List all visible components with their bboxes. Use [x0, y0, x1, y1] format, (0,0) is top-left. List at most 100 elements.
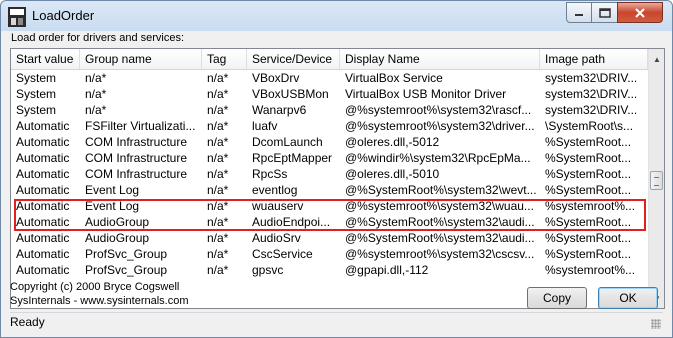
cell-start-value: Automatic: [16, 215, 70, 229]
cell-start-value: System: [16, 103, 57, 117]
cell-group-name: Event Log: [85, 199, 140, 213]
cell-tag: n/a*: [207, 167, 229, 181]
cell-group-name: ProfSvc_Group: [85, 263, 168, 277]
table-row[interactable]: Automatic ProfSvc_Group n/a* gpsvc @gpapi.dl…: [11, 262, 648, 278]
cell-start-value: Automatic: [16, 119, 70, 133]
cell-tag: n/a*: [207, 183, 229, 197]
cell-service: VBoxUSBMon: [252, 87, 329, 101]
copy-button[interactable]: Copy: [527, 287, 587, 309]
cell-group-name: FSFilter Virtualizati...: [85, 119, 196, 133]
cell-image-path: %SystemRoot...: [545, 247, 632, 261]
cell-image-path: %SystemRoot...: [545, 183, 632, 197]
cell-display-name: @%systemroot%\system32\rascf...: [345, 103, 532, 117]
cell-tag: n/a*: [207, 103, 229, 117]
cell-group-name: COM Infrastructure: [85, 167, 188, 181]
cell-display-name: @oleres.dll,-5012: [345, 135, 440, 149]
close-button[interactable]: [617, 2, 663, 23]
cell-service: CscService: [252, 247, 313, 261]
column-header-group-name[interactable]: Group name: [80, 49, 202, 69]
cell-start-value: Automatic: [16, 247, 70, 261]
cell-image-path: system32\DRIV...: [545, 71, 638, 85]
status-text: Ready: [10, 315, 45, 329]
scroll-up-icon[interactable]: ▲: [649, 51, 664, 67]
load-order-list[interactable]: Start value Group name Tag Service/Devic…: [10, 48, 665, 309]
scroll-thumb[interactable]: [650, 171, 663, 190]
cell-display-name: VirtualBox Service: [345, 71, 443, 85]
list-body: System n/a* n/a* VBoxDrv VirtualBox Service s…: [11, 70, 648, 278]
table-row[interactable]: Automatic COM Infrastructure n/a* RpcSs @ole…: [11, 166, 648, 182]
ok-button[interactable]: OK: [598, 287, 658, 309]
cell-display-name: @%systemroot%\system32\driver...: [345, 119, 535, 133]
table-row[interactable]: Automatic AudioGroup n/a* AudioEndpoi... @%S…: [11, 214, 648, 230]
column-header-tag[interactable]: Tag: [202, 49, 247, 69]
cell-tag: n/a*: [207, 87, 229, 101]
cell-display-name: @%windir%\system32\RpcEpMa...: [345, 151, 531, 165]
maximize-button[interactable]: [591, 2, 618, 23]
column-header-service-device[interactable]: Service/Device: [247, 49, 340, 69]
cell-group-name: n/a*: [85, 103, 107, 117]
window-title: LoadOrder: [32, 8, 95, 23]
cell-display-name: VirtualBox USB Monitor Driver: [345, 87, 507, 101]
cell-tag: n/a*: [207, 199, 229, 213]
cell-service: DcomLaunch: [252, 135, 323, 149]
cell-start-value: System: [16, 71, 57, 85]
cell-start-value: Automatic: [16, 151, 70, 165]
cell-service: RpcSs: [252, 167, 288, 181]
minimize-icon: [575, 13, 583, 16]
column-header-start-value[interactable]: Start value: [11, 49, 80, 69]
cell-display-name: @%SystemRoot%\system32\audi...: [345, 215, 535, 229]
cell-service: VBoxDrv: [252, 71, 300, 85]
cell-start-value: Automatic: [16, 231, 70, 245]
cell-image-path: %SystemRoot...: [545, 135, 632, 149]
cell-tag: n/a*: [207, 151, 229, 165]
cell-image-path: \SystemRoot\s...: [545, 119, 634, 133]
app-icon[interactable]: [7, 6, 27, 28]
cell-display-name: @%systemroot%\system32\wuau...: [345, 199, 534, 213]
cell-group-name: n/a*: [85, 71, 107, 85]
cell-start-value: System: [16, 87, 57, 101]
column-header-display-name[interactable]: Display Name: [340, 49, 540, 69]
loadorder-window: LoadOrder Load order for drivers and ser…: [0, 0, 673, 338]
table-row[interactable]: Automatic COM Infrastructure n/a* DcomLaunc…: [11, 134, 648, 150]
column-header-image-path[interactable]: Image path: [540, 49, 648, 69]
table-row[interactable]: System n/a* n/a* VBoxDrv VirtualBox Service s…: [11, 70, 648, 86]
cell-group-name: AudioGroup: [85, 231, 150, 245]
close-icon: [635, 7, 645, 18]
cell-image-path: %SystemRoot...: [545, 167, 632, 181]
cell-image-path: %SystemRoot...: [545, 151, 632, 165]
status-bar: Ready: [10, 312, 663, 331]
cell-start-value: Automatic: [16, 135, 70, 149]
vertical-scrollbar[interactable]: ▲ ▼: [648, 49, 664, 308]
cell-image-path: %systemroot%...: [545, 199, 636, 213]
cell-group-name: AudioGroup: [85, 215, 150, 229]
cell-tag: n/a*: [207, 71, 229, 85]
cell-service: eventlog: [252, 183, 298, 197]
minimize-button[interactable]: [566, 2, 592, 23]
table-row[interactable]: System n/a* n/a* VBoxUSBMon VirtualBox USB M…: [11, 86, 648, 102]
table-row[interactable]: Automatic Event Log n/a* eventlog @%SystemRo…: [11, 182, 648, 198]
table-row[interactable]: Automatic Event Log n/a* wuauserv @%systemro…: [11, 198, 648, 214]
resize-grip-icon[interactable]: [651, 319, 661, 329]
table-row[interactable]: Automatic AudioGroup n/a* AudioSrv @%SystemR…: [11, 230, 648, 246]
sysinternals-text: SysInternals - www.sysinternals.com: [10, 295, 189, 307]
cell-service: Wanarpv6: [252, 103, 307, 117]
title-bar[interactable]: LoadOrder: [1, 1, 672, 31]
cell-group-name: ProfSvc_Group: [85, 247, 168, 261]
cell-tag: n/a*: [207, 231, 229, 245]
cell-group-name: Event Log: [85, 183, 140, 197]
cell-image-path: system32\DRIV...: [545, 87, 638, 101]
cell-image-path: %SystemRoot...: [545, 215, 632, 229]
cell-start-value: Automatic: [16, 183, 70, 197]
cell-group-name: COM Infrastructure: [85, 151, 188, 165]
table-row[interactable]: Automatic ProfSvc_Group n/a* CscService @%sy…: [11, 246, 648, 262]
cell-image-path: %SystemRoot...: [545, 231, 632, 245]
list-header: Start value Group name Tag Service/Devic…: [11, 49, 648, 70]
cell-display-name: @%SystemRoot%\system32\audi...: [345, 231, 535, 245]
dialog-client: Load order for drivers and services: Sta…: [7, 31, 666, 331]
cell-display-name: @%systemroot%\system32\cscsv...: [345, 247, 535, 261]
table-row[interactable]: System n/a* n/a* Wanarpv6 @%systemroot%\syst…: [11, 102, 648, 118]
cell-service: gpsvc: [252, 263, 284, 277]
cell-service: RpcEptMapper: [252, 151, 333, 165]
table-row[interactable]: Automatic FSFilter Virtualizati... n/a* lua…: [11, 118, 648, 134]
table-row[interactable]: Automatic COM Infrastructure n/a* RpcEptMap…: [11, 150, 648, 166]
